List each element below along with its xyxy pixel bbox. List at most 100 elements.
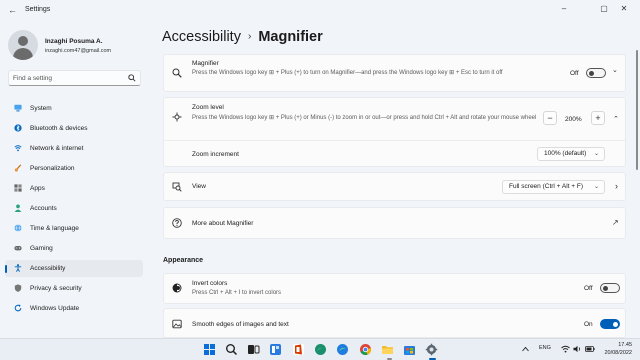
bluetooth-icon — [14, 124, 22, 132]
minimize-button[interactable]: – — [556, 3, 572, 15]
sidebar-item-network[interactable]: Network & internet — [5, 140, 143, 157]
sidebar-item-time-language[interactable]: Time & language — [5, 220, 143, 237]
scrollbar[interactable] — [636, 50, 638, 170]
more-about-magnifier-card[interactable]: More about Magnifier ↗ — [163, 207, 626, 239]
maximize-button[interactable]: ▢ — [596, 3, 612, 15]
person-icon — [14, 204, 22, 212]
search-icon[interactable] — [128, 74, 136, 82]
zoom-increment-dropdown[interactable]: 100% (default) ⌄ — [537, 147, 605, 161]
title-bar: ← Settings – ▢ ✕ — [0, 0, 640, 20]
file-explorer-icon[interactable] — [381, 343, 394, 356]
zoom-in-button[interactable]: + — [591, 111, 605, 125]
sidebar-item-label: Accounts — [30, 205, 57, 212]
invert-colors-title: Invert colors — [192, 280, 228, 287]
appearance-section-title: Appearance — [163, 257, 204, 264]
clock[interactable]: 17.45 20/08/2022 — [604, 342, 632, 357]
shield-icon — [14, 284, 22, 292]
invert-colors-description: Press Ctrl + Alt + I to invert colors — [192, 290, 282, 296]
magnifier-toggle[interactable] — [586, 68, 606, 78]
back-arrow-icon[interactable]: ← — [8, 5, 17, 15]
page-title: Magnifier — [258, 29, 323, 45]
accessibility-icon — [14, 264, 22, 272]
breadcrumb-parent[interactable]: Accessibility — [162, 29, 241, 45]
sidebar-item-privacy[interactable]: Privacy & security — [5, 280, 143, 297]
breadcrumb: Accessibility › Magnifier — [162, 28, 323, 48]
user-name: Inzaghi Posuma A. — [45, 38, 103, 45]
collapse-chevron-icon[interactable]: ⌃ — [613, 115, 619, 123]
search-input[interactable] — [13, 72, 123, 84]
more-about-magnifier-link[interactable]: More about Magnifier — [192, 220, 253, 227]
language-indicator[interactable]: ENG — [539, 345, 551, 351]
sidebar-item-system[interactable]: System — [5, 100, 143, 117]
sidebar-item-accounts[interactable]: Accounts — [5, 200, 143, 217]
view-setting-card[interactable]: View Full screen (Ctrl + Alt + F) ⌄ › — [163, 172, 626, 201]
magnifier-title: Magnifier — [192, 60, 219, 67]
sidebar: Inzaghi Posuma A. inzaghi.com47@gmail.co… — [0, 20, 148, 338]
invert-colors-card[interactable]: Invert colors Press Ctrl + Alt + I to in… — [163, 273, 626, 304]
brush-icon — [14, 164, 22, 172]
globe-icon — [14, 224, 22, 232]
settings-icon[interactable] — [425, 343, 438, 356]
zoom-move-icon — [172, 112, 182, 122]
office-icon[interactable] — [292, 343, 305, 356]
magnifier-state-label: Off — [570, 70, 579, 77]
sidebar-item-label: Windows Update — [30, 305, 80, 312]
sidebar-item-accessibility[interactable]: Accessibility — [5, 260, 143, 277]
zoom-increment-title: Zoom increment — [192, 151, 239, 158]
smooth-edges-title: Smooth edges of images and text — [192, 321, 289, 328]
edge-icon[interactable] — [336, 343, 349, 356]
sidebar-item-gaming[interactable]: Gaming — [5, 240, 143, 257]
chrome-icon[interactable] — [359, 343, 372, 356]
app-title: Settings — [25, 6, 51, 13]
sidebar-item-apps[interactable]: Apps — [5, 180, 143, 197]
image-icon — [172, 319, 182, 329]
sidebar-item-personalization[interactable]: Personalization — [5, 160, 143, 177]
breadcrumb-separator: › — [247, 31, 252, 42]
zoom-level-card: Zoom level Press the Windows logo key ⊞ … — [163, 97, 626, 167]
chevron-up-icon[interactable] — [522, 346, 529, 352]
magnifier-setting-card[interactable]: Magnifier Press the Windows logo key ⊞ +… — [163, 54, 626, 92]
store-icon[interactable] — [403, 343, 416, 356]
external-link-icon[interactable]: ↗ — [612, 218, 619, 227]
volume-icon[interactable] — [573, 345, 582, 353]
chevron-right-icon[interactable]: › — [615, 181, 618, 191]
close-button[interactable]: ✕ — [616, 3, 632, 15]
magnifier-description: Press the Windows logo key ⊞ + Plus (+) … — [192, 70, 503, 76]
view-mode-icon — [172, 182, 182, 192]
clock-date: 20/08/2022 — [604, 349, 632, 356]
expand-chevron-icon[interactable]: ⌄ — [612, 66, 618, 74]
sidebar-item-bluetooth[interactable]: Bluetooth & devices — [5, 120, 143, 137]
smooth-edges-toggle[interactable] — [600, 319, 620, 329]
invert-colors-state-label: Off — [584, 285, 593, 292]
edge-dev-icon[interactable] — [314, 343, 327, 356]
invert-colors-toggle[interactable] — [600, 283, 620, 293]
smooth-edges-card[interactable]: Smooth edges of images and text On — [163, 308, 626, 338]
avatar[interactable] — [8, 30, 38, 60]
active-indicator — [5, 265, 7, 273]
zoom-level-title: Zoom level — [192, 104, 224, 111]
wifi-icon — [14, 145, 22, 152]
task-view-icon[interactable] — [247, 343, 260, 356]
wifi-icon[interactable] — [561, 345, 570, 353]
sidebar-item-label: Personalization — [30, 165, 75, 172]
search-box[interactable] — [8, 70, 141, 86]
user-profile[interactable]: Inzaghi Posuma A. inzaghi.com47@gmail.co… — [8, 30, 148, 62]
windows-start-icon[interactable] — [203, 343, 216, 356]
user-email: inzaghi.com47@gmail.com — [45, 48, 112, 54]
search-icon[interactable] — [225, 343, 238, 356]
view-title: View — [192, 183, 206, 190]
view-mode-dropdown[interactable]: Full screen (Ctrl + Alt + F) ⌄ — [502, 180, 605, 194]
apps-icon — [14, 184, 22, 192]
sidebar-item-windows-update[interactable]: Windows Update — [5, 300, 143, 317]
widgets-icon[interactable] — [269, 343, 282, 356]
clock-time: 17.45 — [618, 342, 632, 348]
sidebar-item-label: Time & language — [30, 225, 79, 232]
divider — [164, 140, 625, 141]
update-icon — [14, 304, 22, 312]
sidebar-item-label: Privacy & security — [30, 285, 82, 292]
sidebar-item-label: Bluetooth & devices — [30, 125, 88, 132]
magnifier-icon — [172, 68, 182, 78]
battery-icon[interactable] — [585, 345, 595, 353]
sidebar-item-label: System — [30, 105, 52, 112]
zoom-out-button[interactable]: − — [543, 111, 557, 125]
